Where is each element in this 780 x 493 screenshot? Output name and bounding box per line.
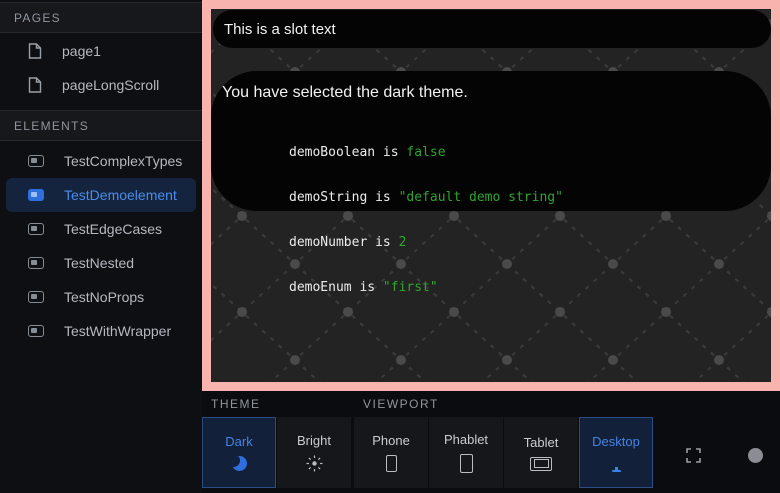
sidebar-item-pagelongscroll[interactable]: pageLongScroll [6,68,196,102]
file-icon [28,77,42,93]
theme-section: THEME Dark Bright [202,391,351,493]
viewport-section: VIEWPORT Phone Phablet Tablet Desktop [354,391,653,493]
pages-header-label: PAGES [14,11,61,25]
file-icon [28,43,42,59]
phablet-icon [460,454,473,473]
theme-buttons-row: Dark Bright [202,417,351,488]
viewport-phablet-button[interactable]: Phablet [429,417,503,488]
code-value: 2 [399,235,407,250]
code-line: demoNumber is 2 [289,235,771,250]
sidebar-item-testdemoelement[interactable]: TestDemoelement [6,178,196,212]
viewport-tablet-button[interactable]: Tablet [504,417,578,488]
tablet-icon [530,457,552,471]
sidebar-item-label: TestDemoelement [64,187,177,203]
bottom-toolbar: THEME Dark Bright [202,391,780,493]
viewport-tablet-label: Tablet [524,435,559,450]
slot-text: This is a slot text [224,21,336,38]
theme-bright-button[interactable]: Bright [277,417,351,488]
sidebar-item-testnested[interactable]: TestNested [6,246,196,280]
component-icon [28,223,44,235]
fullscreen-button[interactable] [683,445,703,465]
viewport-phone-button[interactable]: Phone [354,417,428,488]
app-window: PAGES page1 pageLongScroll ELEMENTS [0,0,780,493]
theme-dark-button[interactable]: Dark [202,417,276,488]
component-icon [28,189,44,201]
sidebar-item-label: page1 [62,43,101,59]
toolbar-controls [653,391,780,493]
sidebar-item-testnoprops[interactable]: TestNoProps [6,280,196,314]
viewport-phablet-label: Phablet [444,432,488,447]
sidebar-item-label: TestNested [64,255,134,271]
sidebar-item-label: pageLongScroll [62,77,159,93]
viewport-desktop-button[interactable]: Desktop [579,417,653,488]
code-line: demoEnum is "first" [289,280,771,295]
sidebar-item-label: TestComplexTypes [64,153,182,169]
slot-text-box: This is a slot text [213,10,771,48]
elements-header-label: ELEMENTS [14,119,89,133]
code-label: demoBoolean is [289,145,406,160]
component-icon [28,155,44,167]
pages-list: page1 pageLongScroll [0,33,202,102]
sidebar-item-testcomplextypes[interactable]: TestComplexTypes [6,144,196,178]
component-icon [28,291,44,303]
sidebar-item-testedgecases[interactable]: TestEdgeCases [6,212,196,246]
viewport-phone-label: Phone [372,433,410,448]
component-icon [28,257,44,269]
code-line: demoBoolean is false [289,145,771,160]
code-value: "first" [383,280,438,295]
sidebar-item-label: TestNoProps [64,289,144,305]
preview-canvas: This is a slot text You have selected th… [211,9,771,382]
desktop-icon [607,456,626,472]
theme-section-header: THEME [202,391,351,417]
theme-bright-label: Bright [297,433,331,448]
theme-header-label: THEME [211,397,261,411]
code-value: "default demo string" [399,190,563,205]
sidebar-item-label: TestWithWrapper [64,323,171,339]
demo-element-box: You have selected the dark theme. demoBo… [211,71,771,211]
theme-dark-label: Dark [225,434,252,449]
sidebar-item-testwithwrapper[interactable]: TestWithWrapper [6,314,196,348]
sidebar-section-elements-header: ELEMENTS [0,110,202,141]
fullscreen-icon [686,448,701,463]
viewport-buttons-row: Phone Phablet Tablet Desktop [354,417,653,488]
code-label: demoNumber is [289,235,399,250]
phone-icon [386,455,397,472]
sidebar: PAGES page1 pageLongScroll ELEMENTS [0,0,202,493]
code-line: demoString is "default demo string" [289,190,771,205]
elements-list: TestComplexTypes TestDemoelement TestEdg… [0,141,202,348]
moon-icon [232,456,247,471]
preview-frame: This is a slot text You have selected th… [202,0,780,391]
sidebar-section-pages-header: PAGES [0,2,202,33]
code-value: false [406,145,445,160]
code-label: demoString is [289,190,399,205]
sun-icon [306,455,323,472]
demo-props-code: demoBoolean is false demoString is "defa… [211,115,771,325]
status-circle-button[interactable] [748,448,763,463]
component-icon [28,325,44,337]
code-label: demoEnum is [289,280,383,295]
sidebar-item-label: TestEdgeCases [64,221,162,237]
viewport-section-header: VIEWPORT [354,391,653,417]
viewport-desktop-label: Desktop [592,434,640,449]
viewport-header-label: VIEWPORT [363,397,439,411]
theme-message: You have selected the dark theme. [211,84,771,102]
sidebar-item-page1[interactable]: page1 [6,34,196,68]
